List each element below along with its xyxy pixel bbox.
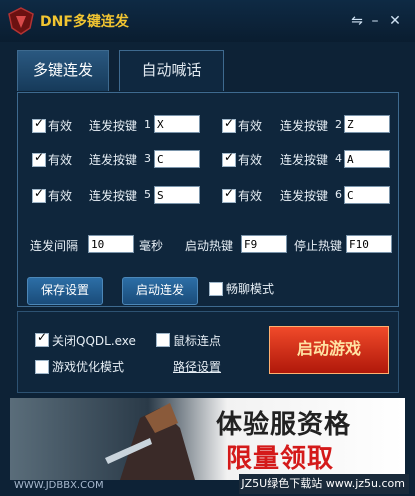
app-window: DNF多键连发 ⇋ – ✕ 多键连发 自动喊话 有效 连发按键 1 X 有效 连… bbox=[0, 0, 415, 496]
key-2-label: 连发按键 bbox=[280, 119, 329, 133]
key-3-enabled-checkbox[interactable] bbox=[32, 150, 46, 167]
mouse-repeat-label: 鼠标连点 bbox=[173, 334, 222, 348]
key-4-input[interactable]: A bbox=[344, 150, 390, 168]
key-4-label: 连发按键 bbox=[280, 153, 329, 167]
close-icon[interactable]: ✕ bbox=[386, 12, 404, 30]
chat-mode-checkbox[interactable] bbox=[209, 282, 223, 296]
warrior-figure-icon bbox=[105, 403, 195, 480]
path-settings-link[interactable]: 路径设置 bbox=[173, 358, 221, 375]
key-4-index: 4 bbox=[335, 152, 342, 165]
minimize-icon[interactable]: – bbox=[366, 12, 384, 30]
tab-auto-chat[interactable]: 自动喊话 bbox=[119, 50, 224, 91]
key-4-enabled-checkbox[interactable] bbox=[222, 150, 236, 167]
titlebar: DNF多键连发 ⇋ – ✕ bbox=[0, 0, 415, 42]
footer-left: WWW.JDBBX.COM bbox=[14, 480, 104, 491]
stop-hotkey-label: 停止热键 bbox=[294, 239, 343, 253]
key-6-index: 6 bbox=[335, 188, 342, 201]
interval-unit: 毫秒 bbox=[139, 239, 164, 253]
key-2-enabled-label: 有效 bbox=[238, 119, 263, 133]
ad-banner[interactable]: 体验服资格 限量领取 bbox=[10, 398, 405, 480]
key-6-enabled-label: 有效 bbox=[238, 189, 263, 203]
key-5-enabled-checkbox[interactable] bbox=[32, 186, 46, 203]
start-hotkey-label: 启动热键 bbox=[185, 239, 234, 253]
interval-input[interactable]: 10 bbox=[88, 235, 134, 253]
key-3-enabled-label: 有效 bbox=[48, 153, 73, 167]
banner-line2: 限量领取 bbox=[226, 444, 335, 474]
key-6-enabled-checkbox[interactable] bbox=[222, 186, 236, 203]
interval-label: 连发间隔 bbox=[30, 239, 79, 253]
key-4-enabled-label: 有效 bbox=[238, 153, 263, 167]
key-5-enabled-label: 有效 bbox=[48, 189, 73, 203]
key-3-index: 3 bbox=[144, 152, 151, 165]
start-hotkey-input[interactable]: F9 bbox=[241, 235, 287, 253]
key-2-enabled-checkbox[interactable] bbox=[222, 116, 236, 133]
tab-multi-key[interactable]: 多键连发 bbox=[17, 50, 109, 91]
close-qqdl-label: 关闭QQDL.exe bbox=[52, 334, 136, 348]
save-settings-button[interactable]: 保存设置 bbox=[27, 277, 103, 305]
banner-line1: 体验服资格 bbox=[216, 410, 352, 440]
chat-mode-label: 畅聊模式 bbox=[226, 282, 275, 296]
key-2-input[interactable]: Z bbox=[344, 115, 390, 133]
key-2-index: 2 bbox=[335, 118, 342, 131]
optimize-mode-label: 游戏优化模式 bbox=[52, 360, 125, 374]
key-3-input[interactable]: C bbox=[154, 150, 200, 168]
key-1-enabled-label: 有效 bbox=[48, 119, 73, 133]
key-5-input[interactable]: S bbox=[154, 186, 200, 204]
optimize-mode-checkbox[interactable] bbox=[35, 360, 49, 374]
close-qqdl-checkbox[interactable] bbox=[35, 330, 49, 347]
key-5-label: 连发按键 bbox=[89, 189, 138, 203]
key-5-index: 5 bbox=[144, 188, 151, 201]
start-repeat-button[interactable]: 启动连发 bbox=[122, 277, 198, 305]
key-1-index: 1 bbox=[144, 118, 151, 131]
start-game-button[interactable]: 启动游戏 bbox=[269, 326, 389, 374]
key-6-label: 连发按键 bbox=[280, 189, 329, 203]
app-logo-icon bbox=[8, 7, 34, 35]
key-1-input[interactable]: X bbox=[154, 115, 200, 133]
settings-panel: 有效 连发按键 1 X 有效 连发按键 2 Z 有效 连发按键 3 C 有效 连… bbox=[17, 92, 399, 307]
launch-panel: 关闭QQDL.exe 鼠标连点 游戏优化模式 路径设置 启动游戏 bbox=[17, 311, 399, 393]
window-title: DNF多键连发 bbox=[40, 14, 129, 30]
menu-icon[interactable]: ⇋ bbox=[348, 12, 366, 30]
key-1-label: 连发按键 bbox=[89, 119, 138, 133]
key-6-input[interactable]: C bbox=[344, 186, 390, 204]
stop-hotkey-input[interactable]: F10 bbox=[346, 235, 392, 253]
key-1-enabled-checkbox[interactable] bbox=[32, 116, 46, 133]
key-3-label: 连发按键 bbox=[89, 153, 138, 167]
footer-right: JZ5U绿色下载站 www.jz5u.com bbox=[239, 474, 409, 494]
mouse-repeat-checkbox[interactable] bbox=[156, 333, 170, 347]
